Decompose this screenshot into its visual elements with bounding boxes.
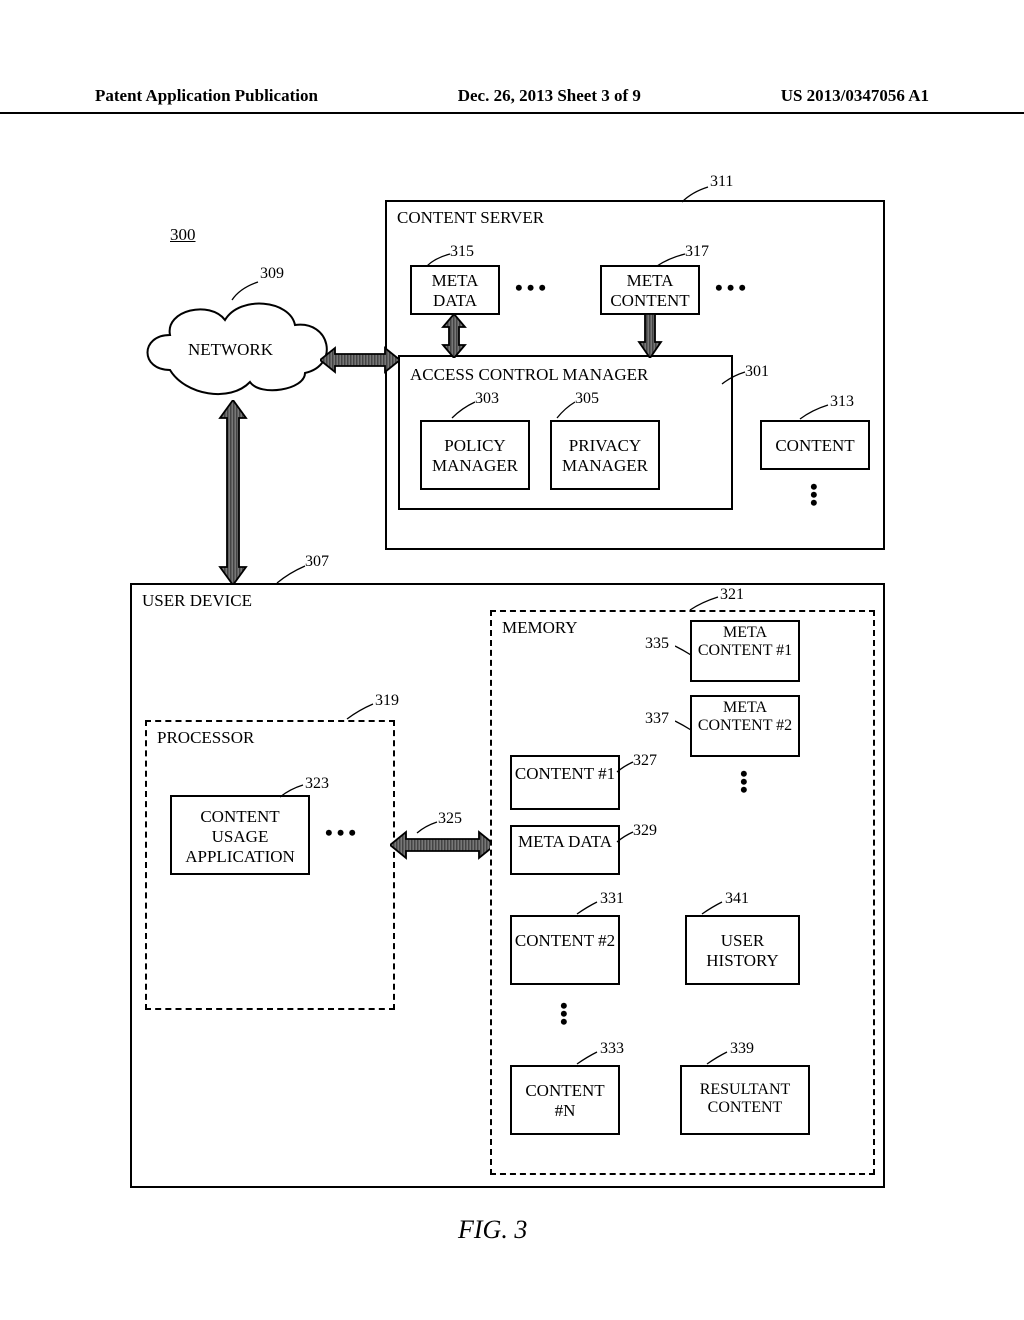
leader-321: [688, 595, 723, 615]
leader-329: [615, 830, 637, 845]
figure-caption: FIG. 3: [458, 1215, 527, 1245]
leader-339: [705, 1050, 733, 1068]
userhistory-box: USER HISTORY: [685, 915, 800, 985]
dots-cua: •••: [325, 820, 360, 846]
leader-323: [278, 783, 308, 801]
leader-315: [425, 252, 455, 270]
resultant-label: RESULTANT CONTENT: [682, 1067, 808, 1121]
leader-301: [720, 370, 750, 388]
ref-313: 313: [830, 393, 854, 411]
leader-319: [345, 702, 380, 724]
metacontent2-label: META CONTENT #2: [692, 697, 798, 739]
leader-337: [675, 718, 695, 733]
contentn-box: CONTENT #N: [510, 1065, 620, 1135]
arrow-network-server: [320, 345, 400, 375]
processor-label: PROCESSOR: [147, 722, 393, 754]
leader-317: [655, 252, 690, 270]
leader-311: [680, 184, 720, 206]
diagram: 300 NETWORK 309 CONTENT SERVER 311 META …: [130, 170, 890, 1200]
dots-metacontent: •••: [715, 275, 750, 301]
ref-323: 323: [305, 775, 329, 793]
leader-327: [615, 760, 637, 775]
ref-331: 331: [600, 890, 624, 908]
content1-label: CONTENT #1: [512, 757, 618, 788]
memory-label: MEMORY: [492, 612, 873, 644]
content2-box: CONTENT #2: [510, 915, 620, 985]
meta-content-box: META CONTENT: [600, 265, 700, 315]
leader-341: [700, 900, 728, 918]
policy-mgr-label: POLICY MANAGER: [422, 422, 528, 480]
dots-metadata: •••: [515, 275, 550, 301]
metadata2-label: META DATA: [512, 827, 618, 856]
leader-325: [415, 820, 443, 838]
metadata2-box: META DATA: [510, 825, 620, 875]
meta-data-label: META DATA: [412, 267, 498, 315]
arrow-metadata-acm: [441, 314, 467, 358]
policy-mgr-box: POLICY MANAGER: [420, 420, 530, 490]
leader-309: [230, 278, 270, 308]
leader-335: [675, 643, 695, 658]
header-left: Patent Application Publication: [95, 86, 318, 106]
leader-333: [575, 1050, 603, 1068]
content2-label: CONTENT #2: [512, 917, 618, 955]
arrow-metacontent-acm: [637, 314, 663, 358]
content-box: CONTENT: [760, 420, 870, 470]
ref-321: 321: [720, 586, 744, 604]
ref-337: 337: [645, 710, 669, 728]
content-label: CONTENT: [762, 422, 868, 460]
arrow-network-userdevice: [218, 400, 248, 585]
privacy-mgr-box: PRIVACY MANAGER: [550, 420, 660, 490]
leader-313: [798, 403, 833, 423]
cua-label: CONTENT USAGE APPLICATION: [172, 797, 308, 871]
ref-335: 335: [645, 635, 669, 653]
resultant-box: RESULTANT CONTENT: [680, 1065, 810, 1135]
leader-331: [575, 900, 603, 918]
ref-300: 300: [170, 225, 196, 245]
page: Patent Application Publication Dec. 26, …: [0, 0, 1024, 1320]
meta-content-label: META CONTENT: [602, 267, 698, 315]
metacontent1-box: META CONTENT #1: [690, 620, 800, 682]
header-mid: Dec. 26, 2013 Sheet 3 of 9: [458, 86, 641, 106]
network-label: NETWORK: [188, 340, 273, 360]
ref-339: 339: [730, 1040, 754, 1058]
cua-box: CONTENT USAGE APPLICATION: [170, 795, 310, 875]
header-right: US 2013/0347056 A1: [781, 86, 929, 106]
meta-data-box: META DATA: [410, 265, 500, 315]
metacontent2-box: META CONTENT #2: [690, 695, 800, 757]
content-server-label: CONTENT SERVER: [387, 202, 883, 234]
leader-303: [450, 400, 480, 422]
ref-341: 341: [725, 890, 749, 908]
leader-305: [555, 400, 585, 422]
userhistory-label: USER HISTORY: [687, 917, 798, 975]
content1-box: CONTENT #1: [510, 755, 620, 810]
dots-metacontent2: •••: [740, 770, 748, 794]
dots-content2: •••: [560, 1002, 568, 1026]
contentn-label: CONTENT #N: [512, 1067, 618, 1125]
metacontent1-label: META CONTENT #1: [692, 622, 798, 664]
privacy-mgr-label: PRIVACY MANAGER: [552, 422, 658, 480]
acm-label: ACCESS CONTROL MANAGER: [400, 357, 731, 391]
dots-content: •••: [810, 483, 818, 507]
page-header: Patent Application Publication Dec. 26, …: [0, 86, 1024, 114]
ref-333: 333: [600, 1040, 624, 1058]
